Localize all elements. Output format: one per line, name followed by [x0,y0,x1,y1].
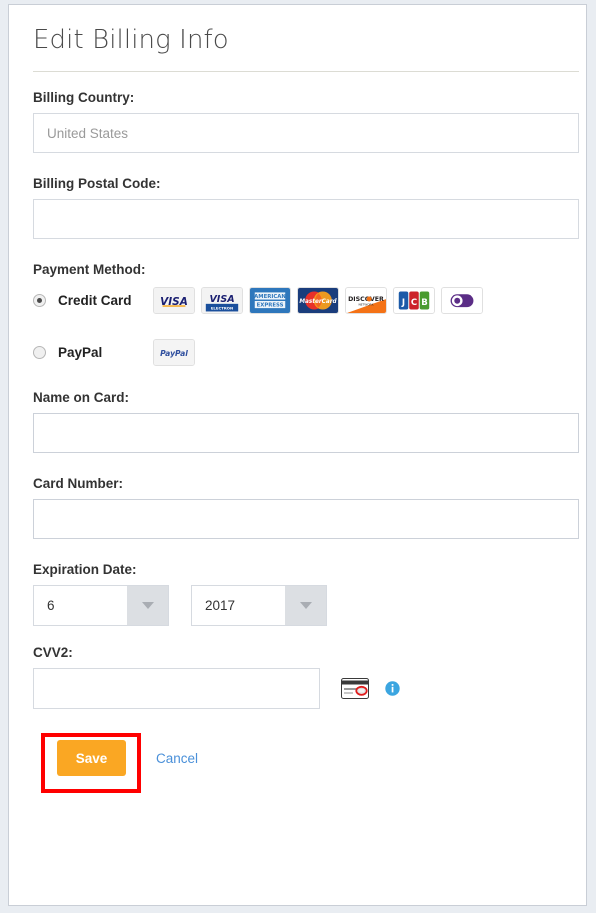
paypal-label: PayPal [58,344,103,360]
svg-text:MasterCard: MasterCard [299,298,337,304]
edit-billing-panel: Edit Billing Info Billing Country: Billi… [8,4,587,906]
cvv-card-back-icon[interactable] [341,678,369,699]
card-number-input[interactable] [33,499,579,539]
expiration-month-dropdown-button[interactable] [127,586,168,625]
expiration-year-dropdown-button[interactable] [285,586,326,625]
chevron-down-icon [299,602,312,609]
expiration-date-label: Expiration Date: [33,562,137,577]
svg-text:J: J [401,297,405,307]
info-icon[interactable] [385,681,400,696]
radio-credit-card[interactable] [33,293,46,307]
form-actions: Save Cancel [33,727,577,793]
name-on-card-input[interactable] [33,413,579,453]
expiration-month-select[interactable]: 6 [33,585,169,626]
mastercard-logo: MasterCard [297,286,339,314]
billing-country-input[interactable] [33,113,579,153]
billing-page: Edit Billing Info Billing Country: Billi… [0,0,596,913]
paypal-logo: PayPal [153,338,195,366]
svg-text:VISA: VISA [209,293,234,304]
svg-text:ELECTRON: ELECTRON [211,305,233,310]
visa-electron-logo: VISA ELECTRON [201,286,243,314]
payment-option-paypal[interactable]: PayPal PayPal [33,337,577,367]
credit-card-label: Credit Card [58,292,132,308]
page-title: Edit Billing Info [33,25,229,55]
svg-text:C: C [411,297,417,307]
cvv2-row [33,668,577,709]
card-number-label: Card Number: [33,476,124,491]
svg-text:B: B [421,297,428,307]
svg-text:AMERICAN: AMERICAN [254,294,286,300]
expiration-year-select[interactable]: 2017 [191,585,327,626]
paypal-logos: PayPal [153,338,195,366]
expiration-month-value: 6 [47,598,55,613]
billing-country-label: Billing Country: [33,90,135,105]
diners-club-logo [441,286,483,314]
expiration-date-selects: 6 2017 [33,585,577,626]
save-button[interactable]: Save [57,740,126,776]
discover-logo: DISCOVER NETWORK [345,286,387,314]
chevron-down-icon [141,602,154,609]
payment-option-credit-card[interactable]: Credit Card VISA VISA ELECTRON AMERICAN … [33,285,577,315]
svg-text:PayPal: PayPal [160,348,188,357]
billing-postal-code-input[interactable] [33,199,579,239]
payment-method-label: Payment Method: [33,262,146,277]
cvv2-label: CVV2: [33,645,73,660]
name-on-card-label: Name on Card: [33,390,130,405]
jcb-logo: J C B [393,286,435,314]
title-divider [33,71,579,72]
billing-postal-code-label: Billing Postal Code: [33,176,161,191]
cancel-link[interactable]: Cancel [156,751,198,766]
credit-card-logos: VISA VISA ELECTRON AMERICAN EXPRESS Mast… [153,286,483,314]
cvv2-input[interactable] [33,668,320,709]
visa-logo: VISA [153,286,195,314]
american-express-logo: AMERICAN EXPRESS [249,286,291,314]
radio-paypal[interactable] [33,345,46,359]
expiration-year-value: 2017 [205,598,236,613]
svg-text:NETWORK: NETWORK [358,302,373,306]
svg-text:EXPRESS: EXPRESS [257,302,284,308]
